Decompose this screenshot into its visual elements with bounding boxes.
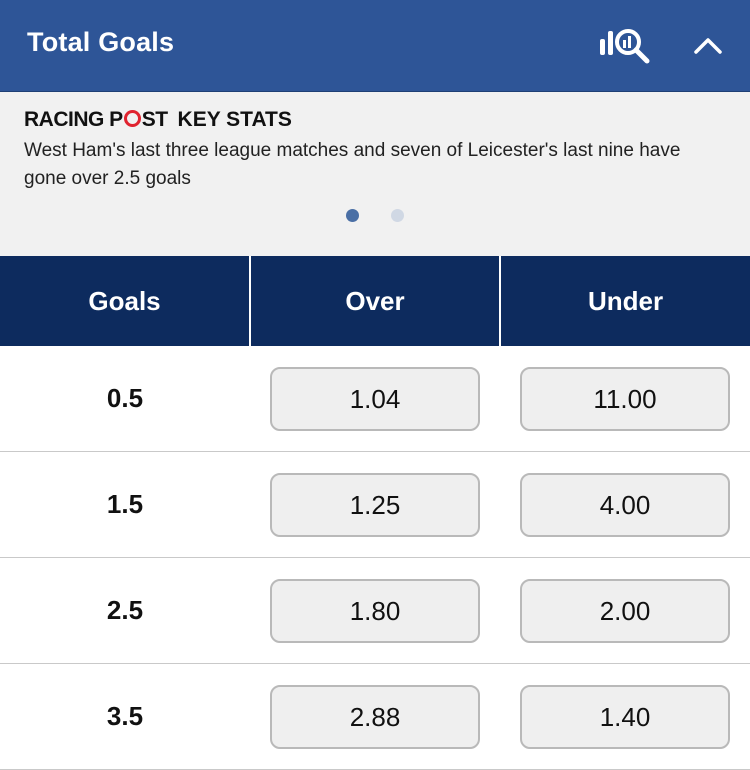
odds-table-header: Goals Over Under	[0, 256, 750, 346]
table-row: 2.5 1.80 2.00	[0, 558, 750, 664]
racing-post-logo: RACING P ST	[24, 108, 168, 131]
over-odds-button[interactable]: 1.25	[270, 473, 480, 537]
goals-line: 1.5	[106, 489, 144, 519]
over-odds-button[interactable]: 2.88	[270, 685, 480, 749]
over-odds-button[interactable]: 1.80	[270, 579, 480, 643]
key-stats-label: KEY STATS	[177, 108, 292, 131]
under-odds-button[interactable]: 1.40	[520, 685, 730, 749]
chevron-up-icon[interactable]	[690, 30, 726, 60]
under-odds-button[interactable]: 2.00	[520, 579, 730, 643]
table-row: 0.5 1.04 11.00	[0, 346, 750, 452]
stats-search-icon[interactable]	[594, 21, 658, 69]
key-stats-text: West Ham's last three league matches and…	[24, 140, 681, 189]
logo-ring-icon	[123, 110, 141, 127]
over-odds-button[interactable]: 1.04	[270, 367, 480, 431]
goals-line: 0.5	[106, 383, 144, 413]
market-title: Total Goals	[27, 27, 175, 57]
column-header-goals: Goals	[88, 285, 161, 316]
market-header[interactable]: Total Goals	[0, 0, 750, 92]
key-stats-panel[interactable]: RACING P ST KEY STATS West Ham's last thre…	[0, 92, 750, 256]
table-row: 1.5 1.25 4.00	[0, 452, 750, 558]
column-header-under: Under	[587, 285, 664, 316]
pagination-dot[interactable]	[391, 209, 404, 222]
column-header-over: Over	[345, 285, 405, 316]
table-row: 3.5 2.88 1.40	[0, 664, 750, 770]
goals-line: 2.5	[106, 595, 144, 625]
pagination-dot-active[interactable]	[346, 209, 359, 222]
under-odds-button[interactable]: 11.00	[520, 367, 730, 431]
goals-line: 3.5	[106, 701, 144, 731]
under-odds-button[interactable]: 4.00	[520, 473, 730, 537]
key-stats-heading: RACING P ST KEY STATS	[24, 108, 292, 134]
